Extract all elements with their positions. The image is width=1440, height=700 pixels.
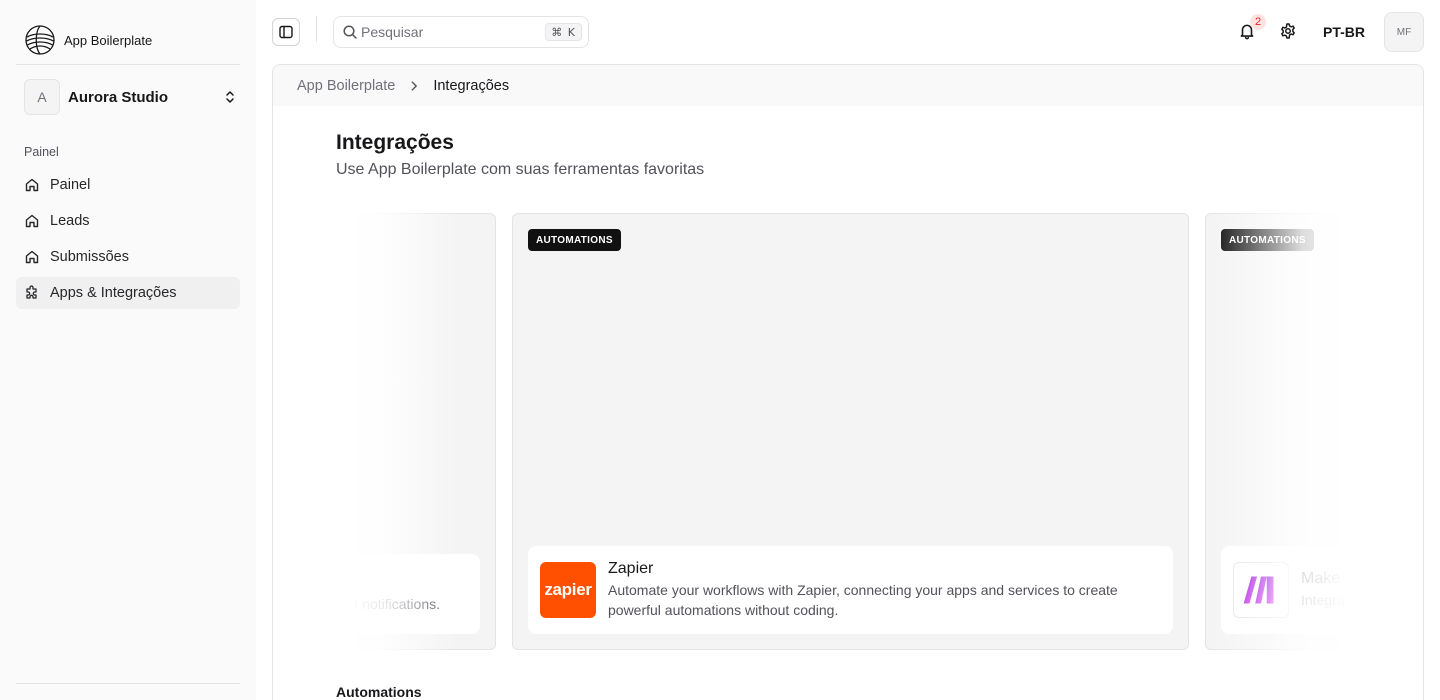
sidebar-section-label: Painel	[24, 145, 59, 159]
sidebar-nav: Painel Leads Submissões Apps & Integraçõ…	[16, 169, 240, 313]
search-input[interactable]	[361, 24, 546, 40]
chevron-right-icon	[407, 79, 421, 93]
category-tag: AUTOMATIONS	[1221, 229, 1314, 251]
page-title: Integrações	[336, 131, 454, 154]
integration-card-info: t notifications.	[348, 554, 480, 634]
sidebar-item-label: Submissões	[50, 249, 129, 265]
org-avatar: A	[24, 79, 60, 115]
brand-logo-icon	[25, 25, 55, 55]
brand[interactable]: App Boilerplate	[24, 24, 152, 56]
sidebar-item-label: Painel	[50, 177, 91, 193]
home-icon	[25, 214, 39, 228]
integration-card-info: Make Integrate	[1221, 546, 1351, 634]
integration-card-zapier[interactable]: AUTOMATIONS zapier Zapier Automate your …	[512, 213, 1189, 650]
sidebar-item-leads[interactable]: Leads	[16, 205, 240, 237]
integrations-carousel[interactable]: t notifications. AUTOMATIONS zapier Zapi…	[348, 213, 1351, 651]
integration-description: Automate your workflows with Zapier, con…	[608, 582, 1118, 618]
home-icon	[25, 178, 39, 192]
sidebar-footer-divider	[16, 683, 240, 684]
sidebar-toggle-button[interactable]	[272, 18, 300, 46]
integration-card[interactable]: t notifications.	[348, 213, 496, 650]
breadcrumb: App Boilerplate Integrações	[273, 65, 1423, 106]
settings-button[interactable]	[1279, 22, 1297, 40]
org-switcher[interactable]: A Aurora Studio	[24, 79, 240, 115]
breadcrumb-parent[interactable]: App Boilerplate	[297, 78, 395, 94]
language-switcher[interactable]: PT-BR	[1323, 24, 1365, 40]
topbar-separator	[316, 16, 317, 42]
org-name: Aurora Studio	[68, 88, 168, 106]
sidebar-item-label: Apps & Integrações	[50, 285, 177, 301]
sidebar-divider	[16, 64, 240, 65]
automations-section-label: Automations	[336, 684, 422, 700]
chevrons-up-down-icon	[226, 91, 234, 103]
panel-left-icon	[279, 25, 293, 39]
search-shortcut: ⌘ K	[545, 23, 582, 41]
sidebar-item-submissoes[interactable]: Submissões	[16, 241, 240, 273]
page-subtitle: Use App Boilerplate com suas ferramentas…	[336, 161, 705, 178]
notification-count-badge: 2	[1250, 14, 1266, 30]
make-logo-icon	[1233, 562, 1289, 618]
zapier-logo-icon: zapier	[540, 562, 596, 618]
search-icon	[343, 25, 357, 39]
integration-description: Integrate	[1301, 592, 1351, 608]
sidebar: App Boilerplate A Aurora Studio Painel P…	[0, 0, 256, 700]
gear-icon	[1281, 23, 1295, 39]
user-avatar[interactable]: MF	[1384, 12, 1424, 52]
main-panel: App Boilerplate Integrações Integrações …	[272, 64, 1424, 700]
sidebar-item-painel[interactable]: Painel	[16, 169, 240, 201]
integration-title: Make	[1301, 570, 1341, 587]
brand-name: App Boilerplate	[64, 32, 153, 48]
category-tag: AUTOMATIONS	[528, 229, 621, 251]
breadcrumb-current: Integrações	[433, 77, 510, 94]
integration-description: t notifications.	[354, 596, 440, 612]
integration-card-make[interactable]: AUTOMATIONS Make Integrate	[1205, 213, 1351, 650]
sidebar-item-label: Leads	[50, 213, 90, 229]
sidebar-item-apps-integracoes[interactable]: Apps & Integrações	[16, 277, 240, 309]
home-icon	[25, 250, 39, 264]
integration-card-info: zapier Zapier Automate your workflows wi…	[528, 546, 1173, 634]
search-bar[interactable]: ⌘ K	[333, 16, 589, 48]
integration-title: Zapier	[608, 560, 654, 577]
puzzle-icon	[26, 285, 37, 299]
